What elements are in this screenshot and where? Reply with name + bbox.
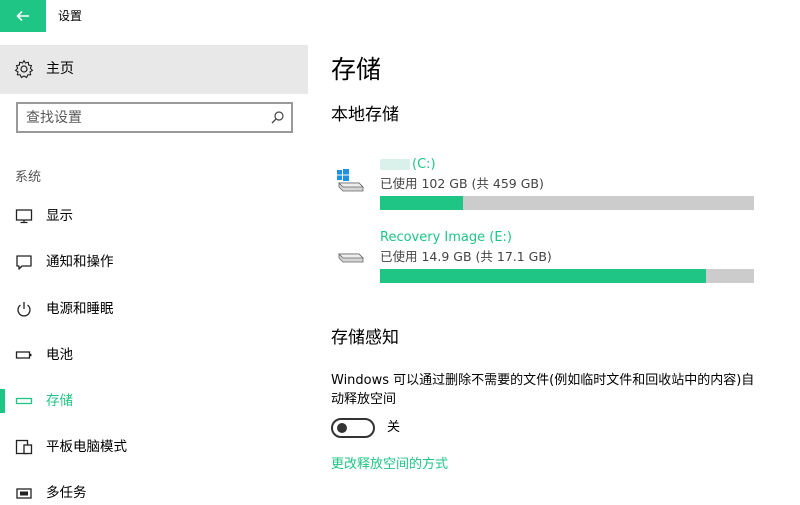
search-icon[interactable] (270, 110, 285, 125)
active-indicator (0, 389, 5, 413)
sidebar-home[interactable]: 主页 (0, 45, 308, 94)
search-box (16, 102, 293, 133)
drive-name: Recovery Image (E:) (380, 230, 512, 245)
drive-usage-fill (380, 269, 706, 283)
sidebar-item-tablet-mode[interactable]: 平板电脑模式 (0, 427, 308, 467)
drive-name: (C:) (380, 157, 436, 173)
storage-sense-toggle[interactable] (331, 418, 375, 438)
change-free-space-link[interactable]: 更改释放空间的方式 (331, 456, 448, 474)
sidebar-item-storage[interactable]: 存储 (0, 381, 308, 421)
storage-sense-heading: 存储感知 (331, 328, 399, 348)
toggle-state-label: 关 (387, 420, 401, 435)
redacted-volume-label (380, 159, 410, 170)
sidebar-item-power[interactable]: 电源和睡眠 (0, 289, 308, 329)
local-storage-heading: 本地存储 (331, 105, 399, 125)
monitor-icon (15, 209, 33, 224)
multitasking-icon (16, 488, 32, 499)
back-arrow-icon (16, 10, 29, 22)
search-input[interactable] (26, 108, 266, 128)
power-icon (17, 302, 31, 317)
battery-icon (15, 351, 32, 359)
drive-icon (338, 253, 364, 263)
windows-drive-icon (337, 169, 364, 192)
toggle-knob (337, 423, 347, 433)
storage-icon (15, 397, 33, 405)
sidebar-item-display[interactable]: 显示 (0, 196, 308, 236)
drive-usage-bar (380, 269, 754, 283)
back-button[interactable] (0, 0, 46, 32)
section-label-system: 系统 (15, 170, 42, 185)
sidebar-item-label: 存储 (46, 393, 73, 409)
sidebar-item-label: 显示 (46, 208, 73, 224)
window-title: 设置 (58, 9, 83, 23)
page-title: 存储 (331, 55, 382, 84)
drive-c[interactable]: (C:) 已使用 102 GB (共 459 GB) (330, 157, 760, 217)
storage-sense-toggle-row: 关 (331, 416, 451, 440)
notification-icon (16, 255, 32, 270)
sidebar-item-battery[interactable]: 电池 (0, 335, 308, 375)
tablet-mode-icon (15, 439, 33, 455)
main-content: 存储 本地存储 (C:) 已使用 102 GB (共 459 GB) Recov… (308, 32, 800, 505)
drive-usage-text: 已使用 102 GB (共 459 GB) (380, 176, 544, 191)
drive-usage-text: 已使用 14.9 GB (共 17.1 GB) (380, 249, 552, 264)
drive-usage-fill (380, 196, 464, 210)
storage-sense-description: Windows 可以通过删除不需要的文件(例如临时文件和回收站中的内容)自动释放… (331, 373, 755, 407)
sidebar-home-label: 主页 (46, 61, 74, 77)
sidebar-item-label: 通知和操作 (46, 254, 114, 270)
sidebar-item-multitasking[interactable]: 多任务 (0, 473, 308, 505)
sidebar: 主页 系统 显示 通知和操作 电源和睡眠 电池 (0, 32, 308, 505)
sidebar-item-label: 电源和睡眠 (46, 301, 114, 317)
sidebar-item-label: 多任务 (46, 485, 87, 501)
drive-e[interactable]: Recovery Image (E:) 已使用 14.9 GB (共 17.1 … (330, 230, 760, 290)
sidebar-item-label: 平板电脑模式 (46, 439, 127, 455)
gear-icon (14, 59, 34, 79)
sidebar-item-notifications[interactable]: 通知和操作 (0, 242, 308, 282)
sidebar-item-label: 电池 (46, 347, 73, 363)
title-bar: 设置 (0, 0, 800, 32)
drive-usage-bar (380, 196, 754, 210)
